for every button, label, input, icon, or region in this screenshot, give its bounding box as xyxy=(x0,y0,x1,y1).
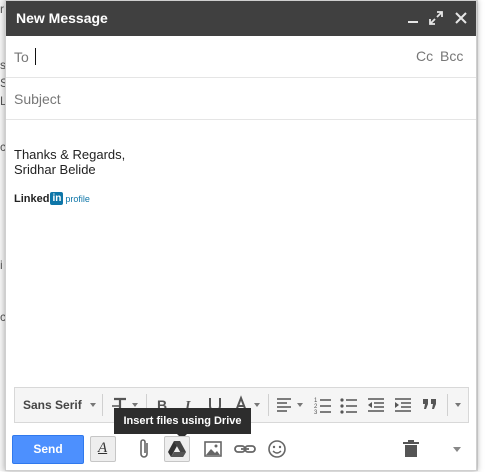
chevron-down-icon xyxy=(90,403,96,407)
font-family-label: Sans Serif xyxy=(23,398,82,412)
toolbar-divider xyxy=(102,394,103,416)
bulleted-list-icon[interactable] xyxy=(339,388,361,422)
background-page-right xyxy=(477,0,487,471)
to-row: To Cc Bcc xyxy=(6,36,476,78)
emoji-icon[interactable] xyxy=(264,436,290,462)
trash-icon[interactable] xyxy=(398,436,424,462)
signature-line: Thanks & Regards, xyxy=(14,147,126,162)
chevron-down-icon xyxy=(455,403,461,407)
background-fragment: i xyxy=(0,258,3,272)
toolbar-divider xyxy=(268,394,269,416)
compose-titlebar[interactable]: New Message xyxy=(6,1,476,36)
close-icon[interactable] xyxy=(452,9,470,27)
numbered-list-icon[interactable]: 1 2 3 xyxy=(313,388,335,422)
to-label: To xyxy=(14,49,29,65)
font-family-select[interactable]: Sans Serif xyxy=(15,388,101,422)
bcc-link[interactable]: Bcc xyxy=(440,48,463,64)
chevron-down-icon xyxy=(132,403,138,407)
signature: Thanks & Regards, Sridhar Belide xyxy=(14,147,125,177)
drive-icon[interactable] xyxy=(164,436,190,462)
formatting-options-icon[interactable]: A xyxy=(90,436,116,462)
more-options-icon[interactable] xyxy=(453,447,461,452)
compose-actions-bar: Send A xyxy=(6,427,476,472)
send-button[interactable]: Send xyxy=(12,435,84,464)
formatting-a-glyph: A xyxy=(98,440,108,456)
quote-icon[interactable] xyxy=(420,388,442,422)
attach-icon[interactable] xyxy=(132,436,158,462)
compose-window: New Message To Cc Bcc Thanks & Regards, … xyxy=(5,0,477,471)
chevron-down-icon xyxy=(254,403,260,407)
signature-line: Sridhar Belide xyxy=(14,162,96,177)
link-icon[interactable] xyxy=(232,436,258,462)
cc-link[interactable]: Cc xyxy=(416,48,433,64)
message-body[interactable]: Thanks & Regards, Sridhar Belide Linked i… xyxy=(6,121,476,383)
linkedin-in-badge: in xyxy=(50,192,64,206)
more-formatting-icon[interactable] xyxy=(450,388,466,422)
indent-more-icon[interactable] xyxy=(393,388,415,422)
align-icon[interactable] xyxy=(274,388,306,422)
indent-less-icon[interactable] xyxy=(366,388,388,422)
linkedin-wordmark: Linked xyxy=(14,192,50,205)
subject-row xyxy=(6,78,476,120)
linkedin-badge[interactable]: Linked in profile xyxy=(14,190,90,206)
photo-icon[interactable] xyxy=(200,436,226,462)
popout-icon[interactable] xyxy=(427,9,445,27)
text-cursor xyxy=(35,48,36,65)
minimize-icon[interactable] xyxy=(404,9,422,27)
subject-input[interactable] xyxy=(12,86,462,112)
chevron-down-icon xyxy=(297,403,303,407)
background-fragment: r xyxy=(0,2,4,16)
to-input[interactable] xyxy=(38,44,398,70)
toolbar-divider xyxy=(447,394,448,416)
svg-text:3: 3 xyxy=(314,410,318,416)
window-title: New Message xyxy=(16,10,108,26)
linkedin-profile-link[interactable]: profile xyxy=(65,194,90,204)
